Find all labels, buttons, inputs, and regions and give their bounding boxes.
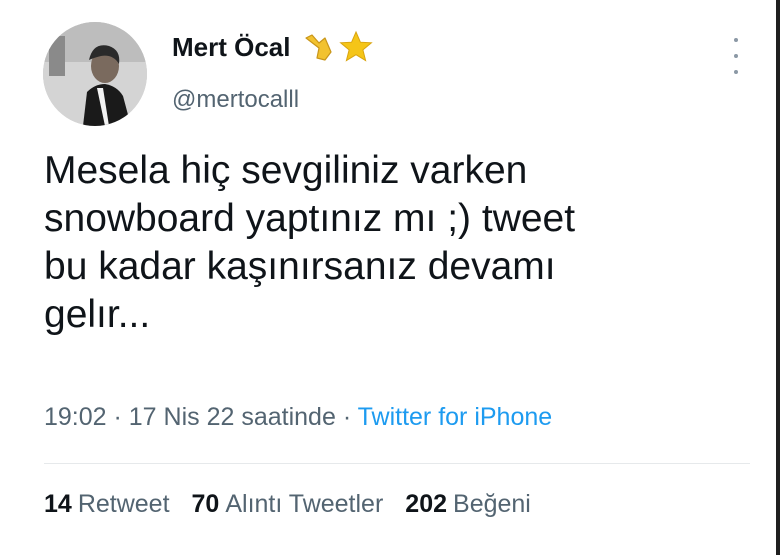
- window-edge: [776, 0, 780, 555]
- tweet-line: bu kadar kaşınırsanız devamı: [44, 245, 556, 288]
- shaka-hand-icon: [304, 34, 332, 61]
- likes-stat[interactable]: 202 Beğeni: [405, 490, 531, 519]
- quote-tweets-stat[interactable]: 70 Alıntı Tweetler: [192, 490, 384, 519]
- tweet-text: Mesela hiç sevgiliniz varken snowboard y…: [44, 147, 744, 339]
- name-emojis: [303, 30, 373, 64]
- avatar[interactable]: [43, 22, 147, 126]
- tweet-date[interactable]: 17 Nis 22 saatinde: [129, 403, 336, 431]
- tweet-line: snowboard yaptınız mı ;) tweet: [44, 197, 576, 240]
- tweet-source-link[interactable]: Twitter for iPhone: [358, 403, 553, 431]
- retweets-stat[interactable]: 14 Retweet: [44, 490, 170, 519]
- user-handle[interactable]: @mertocalll: [172, 86, 299, 114]
- divider: [44, 463, 750, 464]
- more-options-icon[interactable]: [726, 38, 746, 74]
- tweet-time[interactable]: 19:02: [44, 403, 107, 431]
- tweet-stats: 14 Retweet 70 Alıntı Tweetler 202 Beğeni: [44, 490, 531, 519]
- star-icon: [338, 30, 373, 62]
- tweet-meta: 19:02 · 17 Nis 22 saatinde · Twitter for…: [44, 403, 553, 431]
- tweet-line: Mesela hiç sevgiliniz varken: [44, 149, 528, 192]
- display-name-text: Mert Öcal: [172, 31, 291, 62]
- tweet-line: gelır...: [44, 293, 151, 336]
- display-name[interactable]: Mert Öcal: [172, 30, 373, 64]
- profile-photo: [43, 22, 147, 126]
